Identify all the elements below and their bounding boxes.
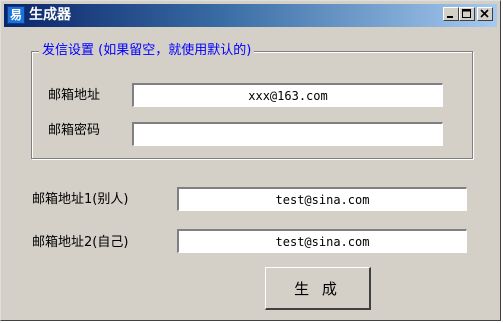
sender-password-label: 邮箱密码 bbox=[48, 123, 101, 138]
recipient-2-input[interactable] bbox=[177, 229, 467, 253]
sender-email-input[interactable] bbox=[132, 83, 443, 107]
maximize-icon bbox=[462, 9, 471, 18]
close-icon bbox=[480, 9, 489, 18]
generate-button[interactable]: 生 成 bbox=[265, 267, 371, 310]
app-window: 易 生成器 发信设置 (如果留空，就使用默认的) 邮箱地址 邮箱密码 邮箱地址1… bbox=[0, 0, 501, 321]
maximize-button[interactable] bbox=[459, 7, 475, 21]
window-title: 生成器 bbox=[29, 7, 71, 23]
close-button[interactable] bbox=[477, 7, 493, 21]
sender-password-input[interactable] bbox=[132, 122, 443, 146]
sender-settings-legend: 发信设置 (如果留空，就使用默认的) bbox=[39, 43, 255, 59]
minimize-icon bbox=[447, 16, 453, 18]
recipient-1-input[interactable] bbox=[177, 187, 467, 211]
sender-email-label: 邮箱地址 bbox=[48, 88, 101, 103]
minimize-button[interactable] bbox=[443, 7, 459, 21]
app-icon[interactable]: 易 bbox=[7, 6, 25, 24]
recipient-2-label: 邮箱地址2(自己) bbox=[32, 235, 129, 250]
title-bar[interactable]: 易 生成器 bbox=[4, 4, 497, 27]
recipient-1-label: 邮箱地址1(别人) bbox=[32, 192, 129, 207]
